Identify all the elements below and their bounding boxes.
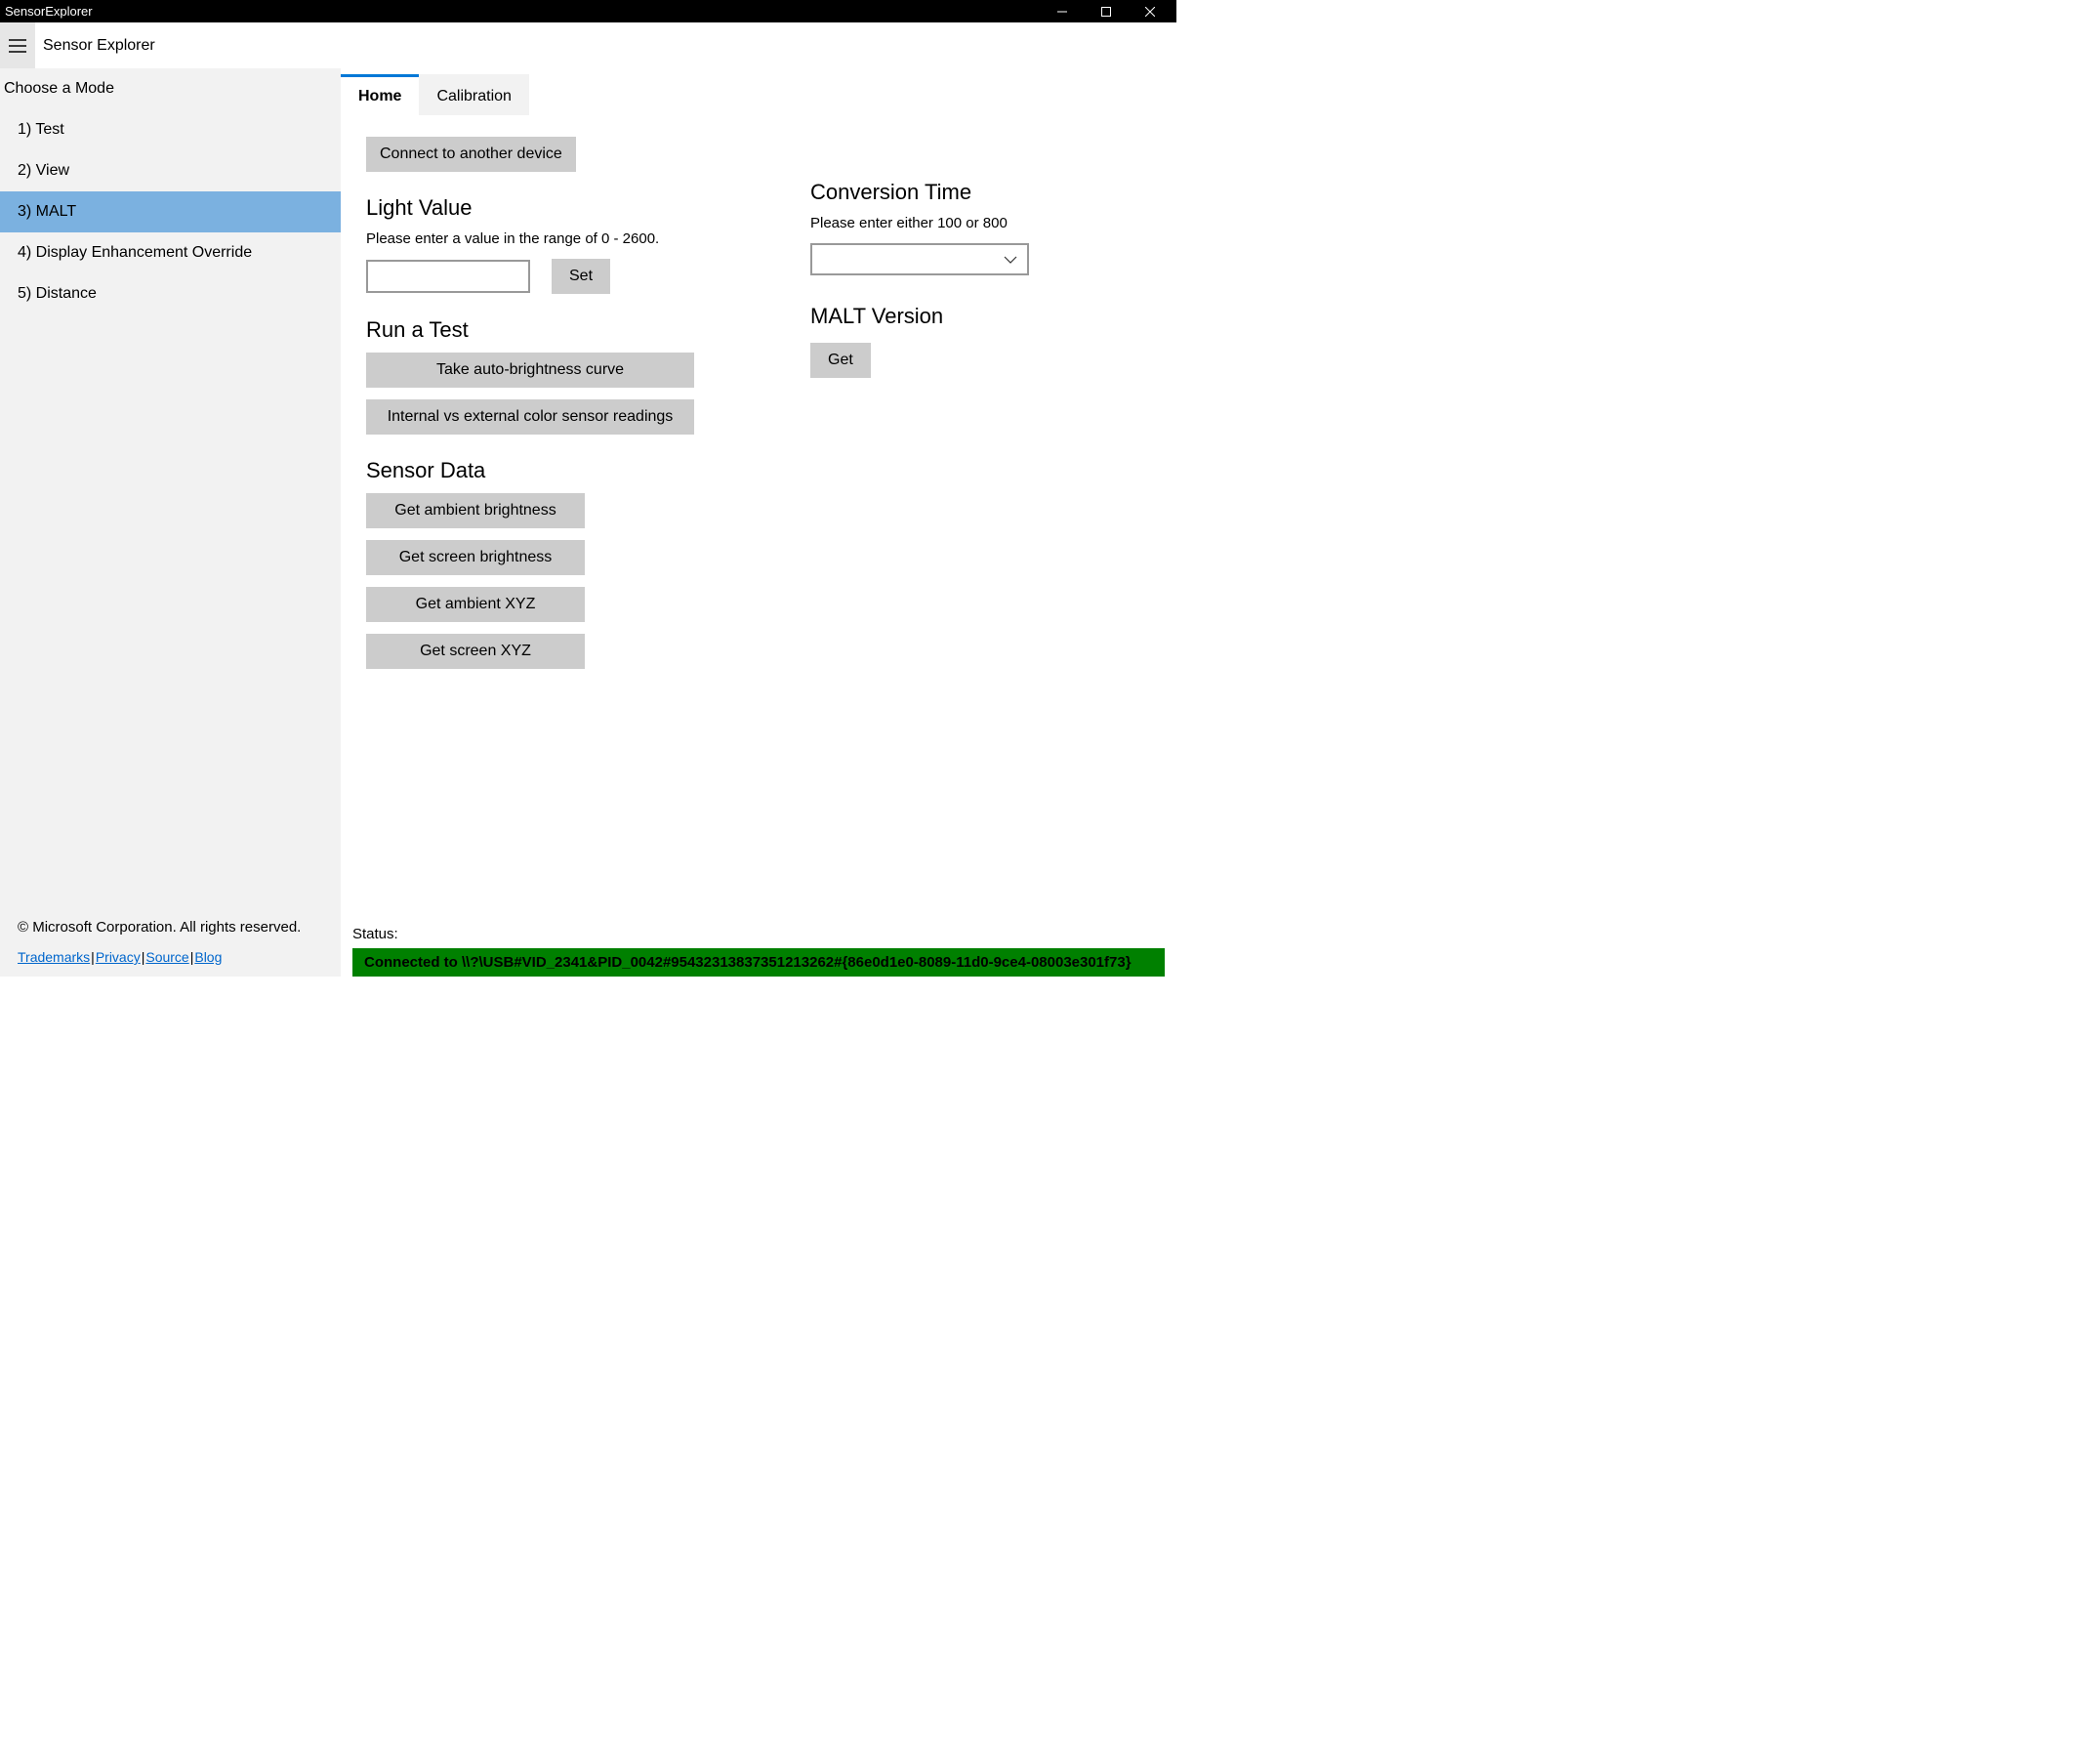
sidebar-item-view[interactable]: 2) View <box>0 150 341 191</box>
blog-link[interactable]: Blog <box>194 949 222 965</box>
titlebar: SensorExplorer <box>0 0 1176 22</box>
source-link[interactable]: Source <box>145 949 188 965</box>
set-button[interactable]: Set <box>552 259 610 294</box>
tab-calibration[interactable]: Calibration <box>419 74 528 115</box>
main-panel: Home Calibration Connect to another devi… <box>341 68 1176 977</box>
tab-label: Home <box>358 88 401 104</box>
minimize-button[interactable] <box>1040 0 1084 22</box>
conversion-time-heading: Conversion Time <box>810 180 1151 205</box>
tab-home[interactable]: Home <box>341 74 419 115</box>
app-header: Sensor Explorer <box>0 22 1176 68</box>
sidebar-item-malt[interactable]: 3) MALT <box>0 191 341 232</box>
close-button[interactable] <box>1128 0 1172 22</box>
auto-brightness-button[interactable]: Take auto-brightness curve <box>366 353 694 388</box>
sidebar-item-label: 3) MALT <box>18 203 76 220</box>
sidebar-item-label: 1) Test <box>18 121 64 138</box>
sidebar-item-label: 5) Distance <box>18 285 97 302</box>
sidebar-item-display-enhancement[interactable]: 4) Display Enhancement Override <box>0 232 341 273</box>
ambient-xyz-button[interactable]: Get ambient XYZ <box>366 587 585 622</box>
tab-label: Calibration <box>436 88 511 104</box>
ambient-brightness-button[interactable]: Get ambient brightness <box>366 493 585 528</box>
window-title: SensorExplorer <box>5 4 1040 19</box>
light-value-hint: Please enter a value in the range of 0 -… <box>366 230 762 247</box>
light-value-heading: Light Value <box>366 195 762 221</box>
minimize-icon <box>1057 7 1067 17</box>
light-value-input[interactable] <box>366 260 530 293</box>
conversion-time-select[interactable] <box>810 243 1029 275</box>
sidebar-item-test[interactable]: 1) Test <box>0 109 341 150</box>
sidebar-item-label: 4) Display Enhancement Override <box>18 244 252 261</box>
status-bar: Connected to \\?\USB#VID_2341&PID_0042#9… <box>352 948 1165 977</box>
close-icon <box>1145 7 1155 17</box>
sensor-data-heading: Sensor Data <box>366 458 762 483</box>
content: Connect to another device Light Value Pl… <box>341 115 1176 926</box>
sidebar-footer: © Microsoft Corporation. All rights rese… <box>0 909 341 977</box>
trademarks-link[interactable]: Trademarks <box>18 949 90 965</box>
screen-xyz-button[interactable]: Get screen XYZ <box>366 634 585 669</box>
app-name: Sensor Explorer <box>35 37 155 55</box>
connect-device-button[interactable]: Connect to another device <box>366 137 576 172</box>
sidebar-title: Choose a Mode <box>0 68 341 109</box>
get-version-button[interactable]: Get <box>810 343 871 378</box>
conversion-time-hint: Please enter either 100 or 800 <box>810 215 1151 231</box>
sidebar-item-label: 2) View <box>18 162 69 179</box>
maximize-button[interactable] <box>1084 0 1128 22</box>
status-area: Status: Connected to \\?\USB#VID_2341&PI… <box>341 926 1176 977</box>
maximize-icon <box>1101 7 1111 17</box>
footer-links: Trademarks|Privacy|Source|Blog <box>18 949 323 965</box>
status-label: Status: <box>352 926 1165 948</box>
hamburger-button[interactable] <box>0 22 35 68</box>
chevron-down-icon <box>1004 255 1017 265</box>
color-sensor-button[interactable]: Internal vs external color sensor readin… <box>366 399 694 435</box>
copyright-text: © Microsoft Corporation. All rights rese… <box>18 919 323 936</box>
window-controls <box>1040 0 1172 22</box>
privacy-link[interactable]: Privacy <box>96 949 141 965</box>
malt-version-heading: MALT Version <box>810 304 1151 329</box>
sidebar-item-distance[interactable]: 5) Distance <box>0 273 341 314</box>
run-test-heading: Run a Test <box>366 317 762 343</box>
tabs: Home Calibration <box>341 74 1176 115</box>
screen-brightness-button[interactable]: Get screen brightness <box>366 540 585 575</box>
hamburger-icon <box>9 39 26 53</box>
sidebar: Choose a Mode 1) Test 2) View 3) MALT 4)… <box>0 68 341 977</box>
